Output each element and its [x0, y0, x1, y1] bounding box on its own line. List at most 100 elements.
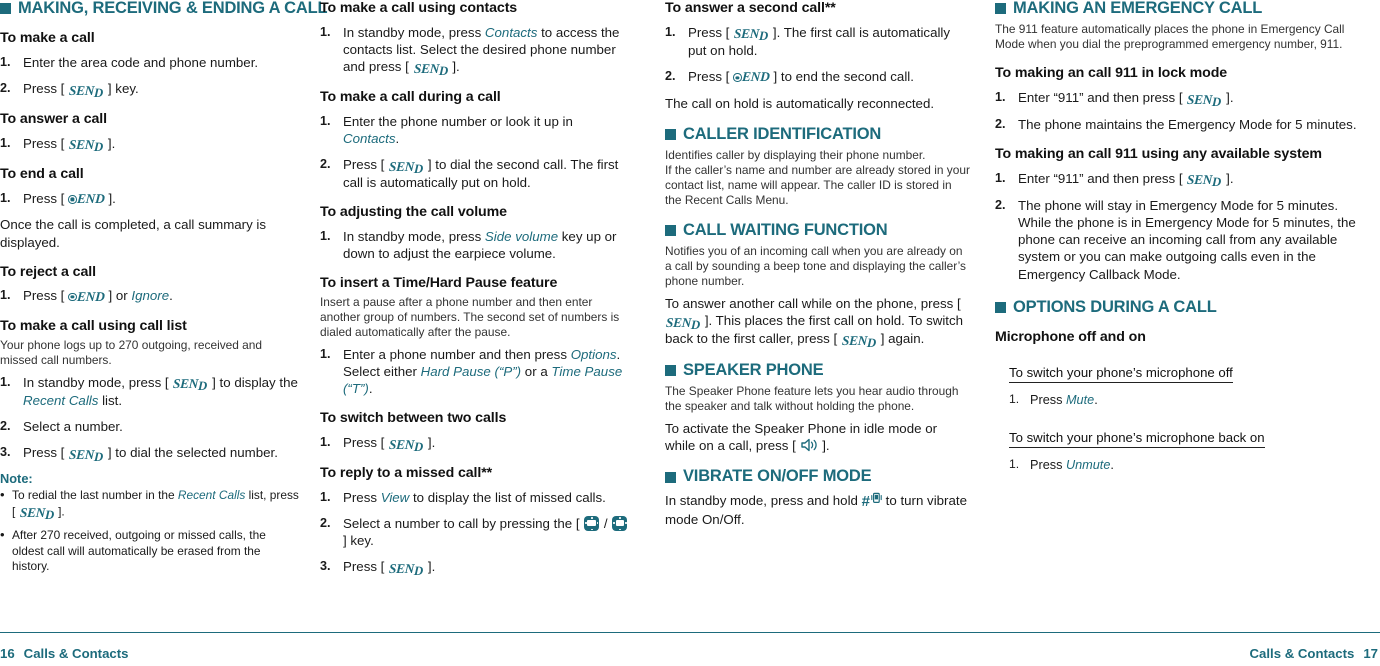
- list-item: • To redial the last number in the Recen…: [0, 487, 300, 522]
- step-text-pre: Press: [1030, 458, 1066, 473]
- section-header-making-emergency-call: MAKING AN EMERGENCY CALL: [995, 0, 1360, 17]
- heading-adjusting-call-volume: To adjusting the call volume: [320, 204, 507, 221]
- page-number-right: 17: [1363, 646, 1378, 661]
- end-key-icon: END: [733, 68, 770, 85]
- footer-left: 16 Calls & Contacts: [0, 638, 128, 661]
- send-key-icon: SEND: [841, 332, 877, 350]
- navigation-key-icon: [584, 516, 600, 532]
- section-header-label: CALLER IDENTIFICATION: [683, 124, 882, 143]
- step-text: The phone will stay in Emergency Mode fo…: [1018, 197, 1356, 282]
- step-text-pre: Enter “911” and then press [: [1018, 90, 1183, 106]
- term-recent-calls: Recent Calls: [23, 392, 99, 408]
- chapter-name-left: Calls & Contacts: [23, 646, 129, 661]
- heading-call-911-lock-mode: To making an call 911 in lock mode: [995, 65, 1228, 82]
- text-c: ] again.: [880, 331, 925, 347]
- section-header-label: MAKING, RECEIVING & ENDING A CALL: [18, 0, 328, 17]
- heading-mic-off: To switch your phone’s microphone off: [1009, 365, 1233, 384]
- steps-mic-off: 1. Press Mute.: [1009, 392, 1360, 408]
- step-text-pre: Press [: [23, 81, 65, 97]
- call-waiting-instructions: To answer another call while on the phon…: [665, 295, 970, 350]
- send-key-icon: SEND: [1186, 172, 1222, 189]
- steps-any-system: 1. Enter “911” and then press [ SEND ]. …: [995, 170, 1360, 283]
- term-ignore: Ignore: [131, 288, 170, 304]
- section-header-speaker-phone: SPEAKER PHONE: [665, 361, 970, 380]
- speaker-phone-instructions: To activate the Speaker Phone in idle mo…: [665, 420, 970, 454]
- call-waiting-body: Notifies you of an incoming call when yo…: [665, 244, 966, 289]
- step-text-pre: Press [: [688, 68, 730, 84]
- square-bullet-icon: [665, 471, 676, 483]
- send-key-icon: SEND: [388, 158, 424, 176]
- square-bullet-icon: [665, 128, 676, 140]
- caller-identification-body: Identifies caller by displaying their ph…: [665, 148, 970, 207]
- step-text-pre: Press [: [343, 435, 385, 451]
- section-header-options-during-call: OPTIONS DURING A CALL: [995, 297, 1360, 316]
- send-key-icon: SEND: [19, 505, 54, 522]
- hash-key-icon: #: [861, 492, 870, 510]
- square-bullet-icon: [995, 301, 1006, 313]
- step-number: 1.: [320, 113, 331, 128]
- column-container: MAKING, RECEIVING & ENDING A CALL To mak…: [0, 0, 1380, 640]
- step-text-pre: Press [: [23, 288, 65, 304]
- step-item: 2. Press [ SEND ] key.: [0, 80, 300, 100]
- section-header-caller-identification: CALLER IDENTIFICATION: [665, 124, 970, 143]
- send-key-icon: SEND: [68, 137, 104, 154]
- step-text-post: .: [395, 130, 400, 146]
- heading-mic-back-on: To switch your phone’s microphone back o…: [1009, 430, 1265, 449]
- step-number: 2.: [320, 516, 331, 531]
- steps-lock-mode: 1. Enter “911” and then press [ SEND ]. …: [995, 89, 1360, 133]
- step-text-post: ] to dial the selected number.: [107, 445, 278, 461]
- chapter-name-right: Calls & Contacts: [1249, 646, 1355, 661]
- step-number: 1.: [320, 435, 331, 450]
- step-item: 1. Press View to display the list of mis…: [320, 489, 630, 506]
- step-text-post: ] to dial the second call. The first cal…: [343, 157, 619, 191]
- send-key-icon: SEND: [413, 60, 448, 78]
- step-item: 2. Select a number to call by pressing t…: [320, 515, 630, 549]
- vibrate-icon: [871, 492, 882, 504]
- vibrate-instructions: In standby mode, press and hold # to tur…: [665, 492, 970, 528]
- heading-call-911-any-system: To making an call 911 using any availabl…: [995, 146, 1322, 163]
- section-header-label: SPEAKER PHONE: [683, 361, 824, 380]
- step-number: 2.: [0, 81, 11, 96]
- step-text-post: .: [368, 381, 373, 397]
- section-header-label: VIBRATE ON/OFF MODE: [683, 467, 872, 486]
- steps-volume: 1. In standby mode, press Side volume ke…: [320, 228, 630, 262]
- heading-make-call-using-contacts: To make a call using contacts: [320, 0, 518, 16]
- steps-during-call: 1. Enter the phone number or look it up …: [320, 113, 630, 191]
- step-number: 3.: [0, 445, 11, 460]
- step-number: 1.: [320, 346, 331, 361]
- step-number: 1.: [0, 374, 11, 389]
- term-options: Options: [570, 346, 617, 362]
- list-item: • After 270 received, outgoing or missed…: [0, 527, 300, 573]
- step-text-pre: Enter “911” and then press [: [1018, 170, 1183, 186]
- steps-end-a-call: 1. Press [ END ].: [0, 190, 300, 208]
- step-text-mid2: or a: [521, 364, 552, 380]
- step-number: 1.: [995, 90, 1006, 105]
- note-text-pre: To redial the last number in the: [12, 488, 178, 503]
- step-text-pre: Press [: [343, 157, 385, 173]
- step-number: 1.: [995, 170, 1006, 185]
- steps-mic-on: 1. Press Unmute.: [1009, 457, 1360, 473]
- send-key-icon: SEND: [1186, 91, 1222, 109]
- step-number: 3.: [320, 559, 331, 574]
- step-number: 2.: [320, 157, 331, 172]
- column-2: To make a call using contacts 1. In stan…: [320, 0, 650, 640]
- heading-make-call-during-call: To make a call during a call: [320, 89, 501, 106]
- step-number: 1.: [1009, 392, 1020, 407]
- send-key-icon: SEND: [172, 376, 208, 393]
- heading-insert-time-hard-pause: To insert a Time/Hard Pause feature: [320, 275, 558, 292]
- term-hard-pause: Hard Pause (“P”): [420, 364, 522, 380]
- section-header-label: MAKING AN EMERGENCY CALL: [1013, 0, 1263, 17]
- step-item: 1. Press [ END ] or Ignore.: [0, 287, 300, 305]
- section-header-label: OPTIONS DURING A CALL: [1013, 297, 1217, 316]
- step-text-post: .: [1110, 458, 1114, 473]
- step-text-pre: Select a number to call by pressing the …: [343, 516, 580, 532]
- step-text-post: .: [169, 288, 173, 304]
- heading-to-make-a-call: To make a call: [0, 30, 95, 47]
- term-view: View: [380, 489, 410, 505]
- send-key-icon: SEND: [68, 82, 104, 100]
- step-text-post: ].: [1226, 90, 1234, 106]
- step-text-post: ].: [1226, 170, 1234, 186]
- steps-answer-a-call: 1. Press [ SEND ].: [0, 135, 300, 154]
- text-b: ].: [822, 438, 830, 454]
- bullet-dot-icon: •: [0, 487, 5, 503]
